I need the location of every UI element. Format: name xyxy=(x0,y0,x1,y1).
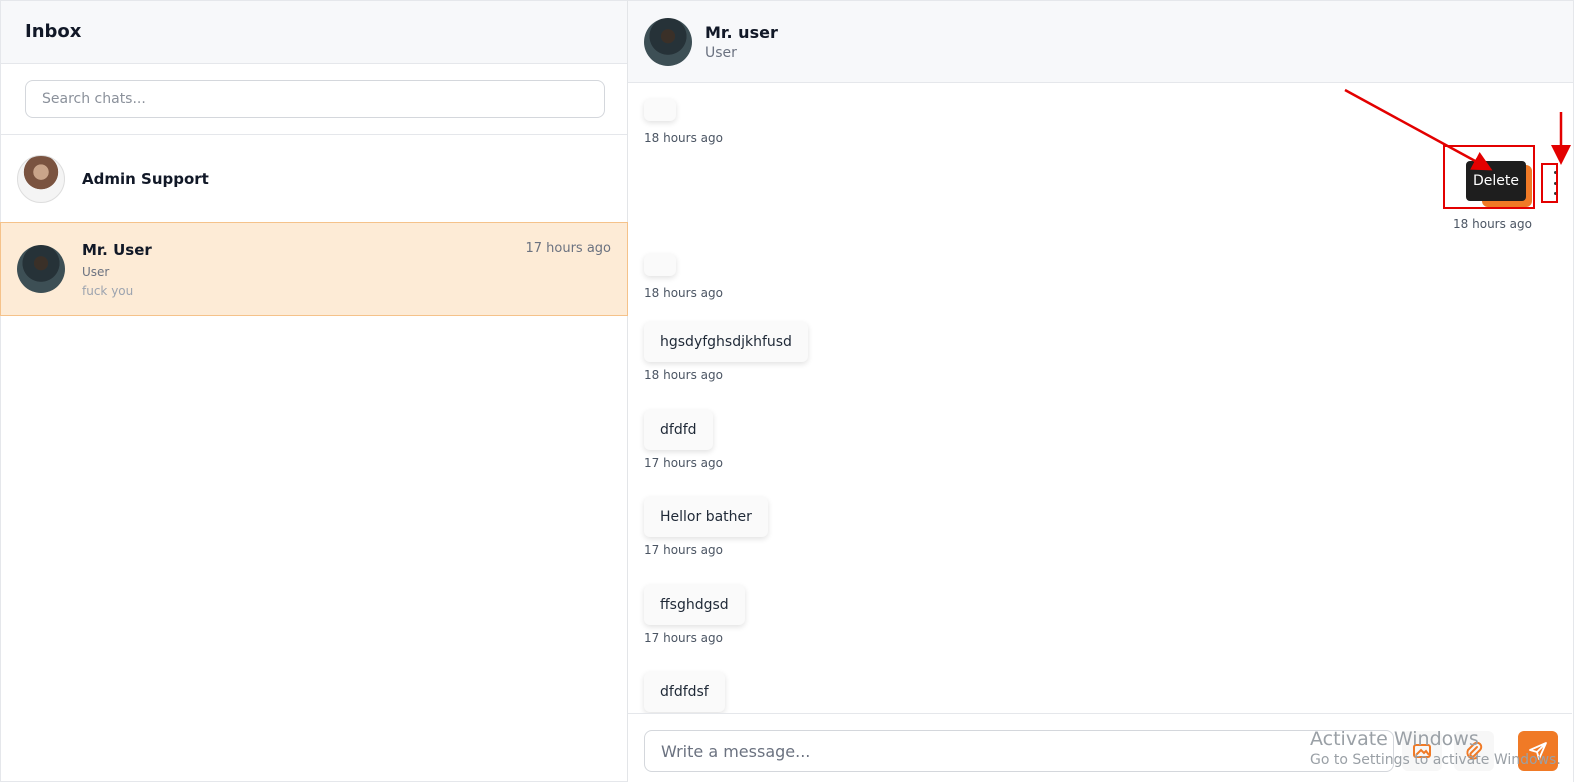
paperclip-icon xyxy=(1466,741,1483,760)
image-upload-button[interactable] xyxy=(1402,731,1442,771)
chat-item-admin-support[interactable]: Admin Support xyxy=(1,135,627,222)
message-time: 17 hours ago xyxy=(644,456,723,470)
admin-avatar xyxy=(17,154,65,203)
inbox-header: Inbox xyxy=(1,1,627,64)
user-avatar xyxy=(644,17,692,66)
message-time: 18 hours ago xyxy=(644,286,723,300)
conversation-header: Mr. user User xyxy=(628,1,1573,83)
message-bubble: hgsdyfghsdjkhfusd xyxy=(644,322,808,362)
message-bubble xyxy=(644,254,676,276)
message-composer xyxy=(628,713,1572,782)
message-time: 18 hours ago xyxy=(644,131,723,145)
user-avatar xyxy=(17,245,65,293)
message-time: 18 hours ago xyxy=(644,368,723,382)
inbox-panel: Inbox Admin Support Mr. User User fuck y… xyxy=(0,0,628,782)
chat-time: 17 hours ago xyxy=(525,241,611,256)
message-received: Hellor bather 17 hours ago xyxy=(644,497,768,557)
search-input[interactable] xyxy=(25,80,605,118)
message-time: 17 hours ago xyxy=(644,543,723,557)
message-time: 17 hours ago xyxy=(644,631,723,645)
image-icon xyxy=(1413,744,1431,758)
search-area xyxy=(1,64,627,135)
chat-last-message: fuck you xyxy=(82,283,134,298)
conversation-header-text: Mr. user User xyxy=(705,23,778,61)
chat-role: User xyxy=(82,264,110,279)
annotation-box xyxy=(1443,145,1535,209)
message-bubble xyxy=(644,99,676,121)
send-icon xyxy=(1529,742,1547,760)
inbox-title: Inbox xyxy=(25,21,82,42)
message-received: hgsdyfghsdjkhfusd 18 hours ago xyxy=(644,322,808,382)
conversation-name: Mr. user xyxy=(705,22,778,42)
attach-button[interactable] xyxy=(1454,731,1494,771)
message-bubble: dfdfdsf xyxy=(644,672,725,712)
message-received: 18 hours ago xyxy=(644,254,723,300)
message-received: dfdfdsf xyxy=(644,672,725,712)
message-bubble: Hellor bather xyxy=(644,497,768,537)
message-bubble: ffsghdgsd xyxy=(644,585,745,625)
message-input[interactable] xyxy=(644,730,1394,772)
chat-item-mr-user[interactable]: Mr. User User fuck you 17 hours ago xyxy=(0,222,628,316)
message-bubble: dfdfd xyxy=(644,410,713,450)
message-time: 18 hours ago xyxy=(1453,217,1532,231)
message-list[interactable]: 18 hours ago 18 hours ago Delete 18 hour… xyxy=(628,83,1572,713)
send-button[interactable] xyxy=(1518,731,1558,771)
message-received: dfdfd 17 hours ago xyxy=(644,410,723,470)
chat-meta: Admin Support xyxy=(82,170,611,188)
message-received: 18 hours ago xyxy=(644,99,723,145)
conversation-role: User xyxy=(705,44,737,61)
chat-name: Admin Support xyxy=(82,169,209,188)
chat-app: Inbox Admin Support Mr. User User fuck y… xyxy=(0,0,1580,782)
conversation-panel: Mr. user User 18 hours ago 18 hours ago … xyxy=(628,0,1574,782)
message-received: ffsghdgsd 17 hours ago xyxy=(644,585,745,645)
annotation-box xyxy=(1541,163,1558,203)
